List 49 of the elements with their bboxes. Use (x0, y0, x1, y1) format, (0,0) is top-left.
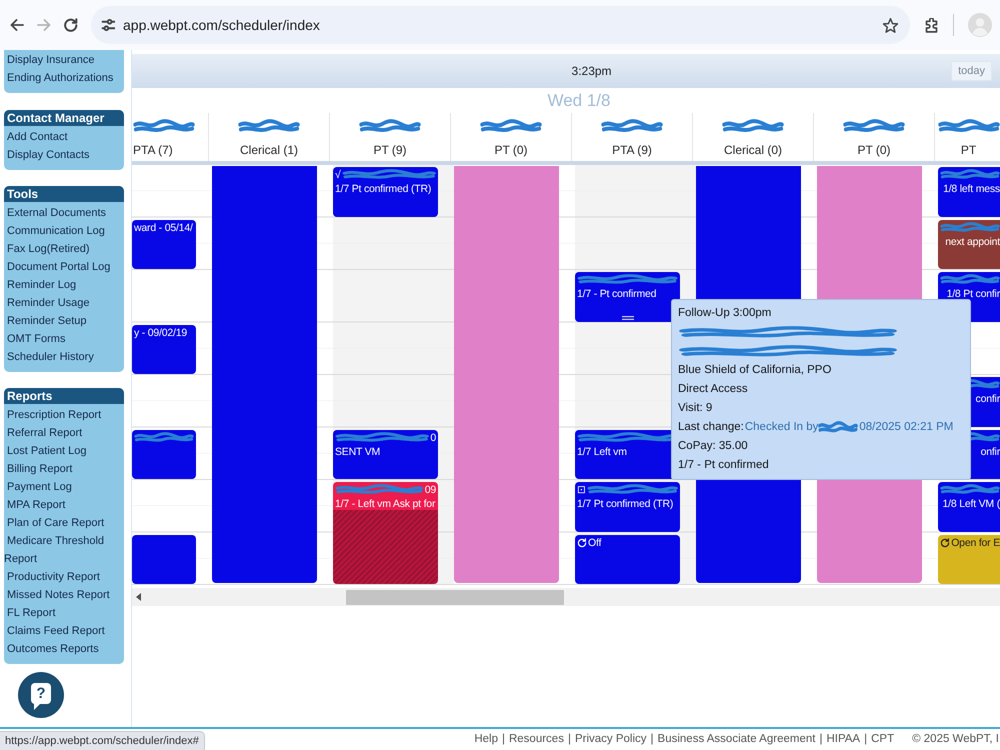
url-text: app.webpt.com/scheduler/index (123, 16, 320, 35)
popover-text: Visit: 9 (678, 401, 714, 416)
appointment-title: y - 09/02/19 (134, 326, 188, 340)
column-header-label: PT (960, 142, 976, 159)
appointment-note: 1/7 - Pt confirmed (577, 287, 658, 301)
sidebar-section-header: Contact Manager (4, 110, 124, 126)
footer-separator: | (864, 732, 868, 747)
footer-separator: | (819, 732, 822, 747)
column-header-label: PT (9) (373, 142, 407, 159)
popover-text: CoPay: 35.00 (678, 439, 749, 454)
column-header-label: Clerical (1) (240, 142, 298, 159)
popover-text: 1/7 - Pt confirmed (678, 458, 770, 473)
appointment-title: √ (335, 168, 341, 182)
column-header-label: Clerical (0) (724, 142, 782, 159)
appointment-note: 1/7 Pt confirmed (TR) (577, 497, 674, 511)
sidebar-section-header: Tools (4, 186, 124, 202)
popover-text: Follow-Up 3:00pm (678, 306, 772, 321)
appointment-title: ⊡ (577, 483, 586, 497)
appointment-title: ward - 05/14/ (134, 220, 193, 234)
popover-text: Blue Shield of California, PPO (678, 363, 832, 378)
current-time: 3:23pm (572, 63, 612, 80)
day-title: Wed 1/8 (546, 90, 612, 112)
appointment-note: 1/8 left mess (942, 182, 1000, 196)
appointment-note: next appoint (944, 234, 1000, 248)
appointment-title: Open for E (951, 536, 1000, 550)
popover-text: Direct Access (678, 382, 749, 397)
copyright-text: © 2025 WebPT, I (912, 732, 999, 747)
footer-separator: | (650, 732, 654, 747)
appointment-title: Off (588, 536, 602, 550)
appointment-title: 0 (430, 430, 436, 444)
footer-separator: | (502, 732, 505, 747)
status-url: https://app.webpt.com/scheduler/index# (0, 730, 205, 750)
column-header-label: PTA (7) (133, 142, 173, 159)
column-header-label: PT (0) (494, 142, 528, 159)
column-header-label: PT (0) (857, 142, 891, 159)
footer-separator: | (568, 732, 571, 747)
appointment-note: confir (974, 392, 1000, 406)
appointment-note: 1/7 - Left vm Ask pt for (335, 497, 436, 511)
popover-label: Last change: (678, 420, 744, 435)
appointment-note: 1/8 Pt confir (946, 287, 1000, 301)
appointment-note: 1/7 Pt confirmed (TR) (335, 182, 432, 196)
appointment-note: SENT VM (335, 444, 382, 458)
column-header-label: PTA (9) (612, 142, 652, 159)
appointment-note: 1/7 Left vm (577, 444, 628, 458)
last-change-time: 08/2025 02:21 PM (859, 420, 954, 435)
appointment-note: onfir (980, 444, 1000, 458)
appointment-title: 09 (424, 483, 436, 497)
sidebar-section-header: Reports (4, 388, 124, 404)
appointment-note: 1/8 Left VM ( (941, 497, 1000, 511)
